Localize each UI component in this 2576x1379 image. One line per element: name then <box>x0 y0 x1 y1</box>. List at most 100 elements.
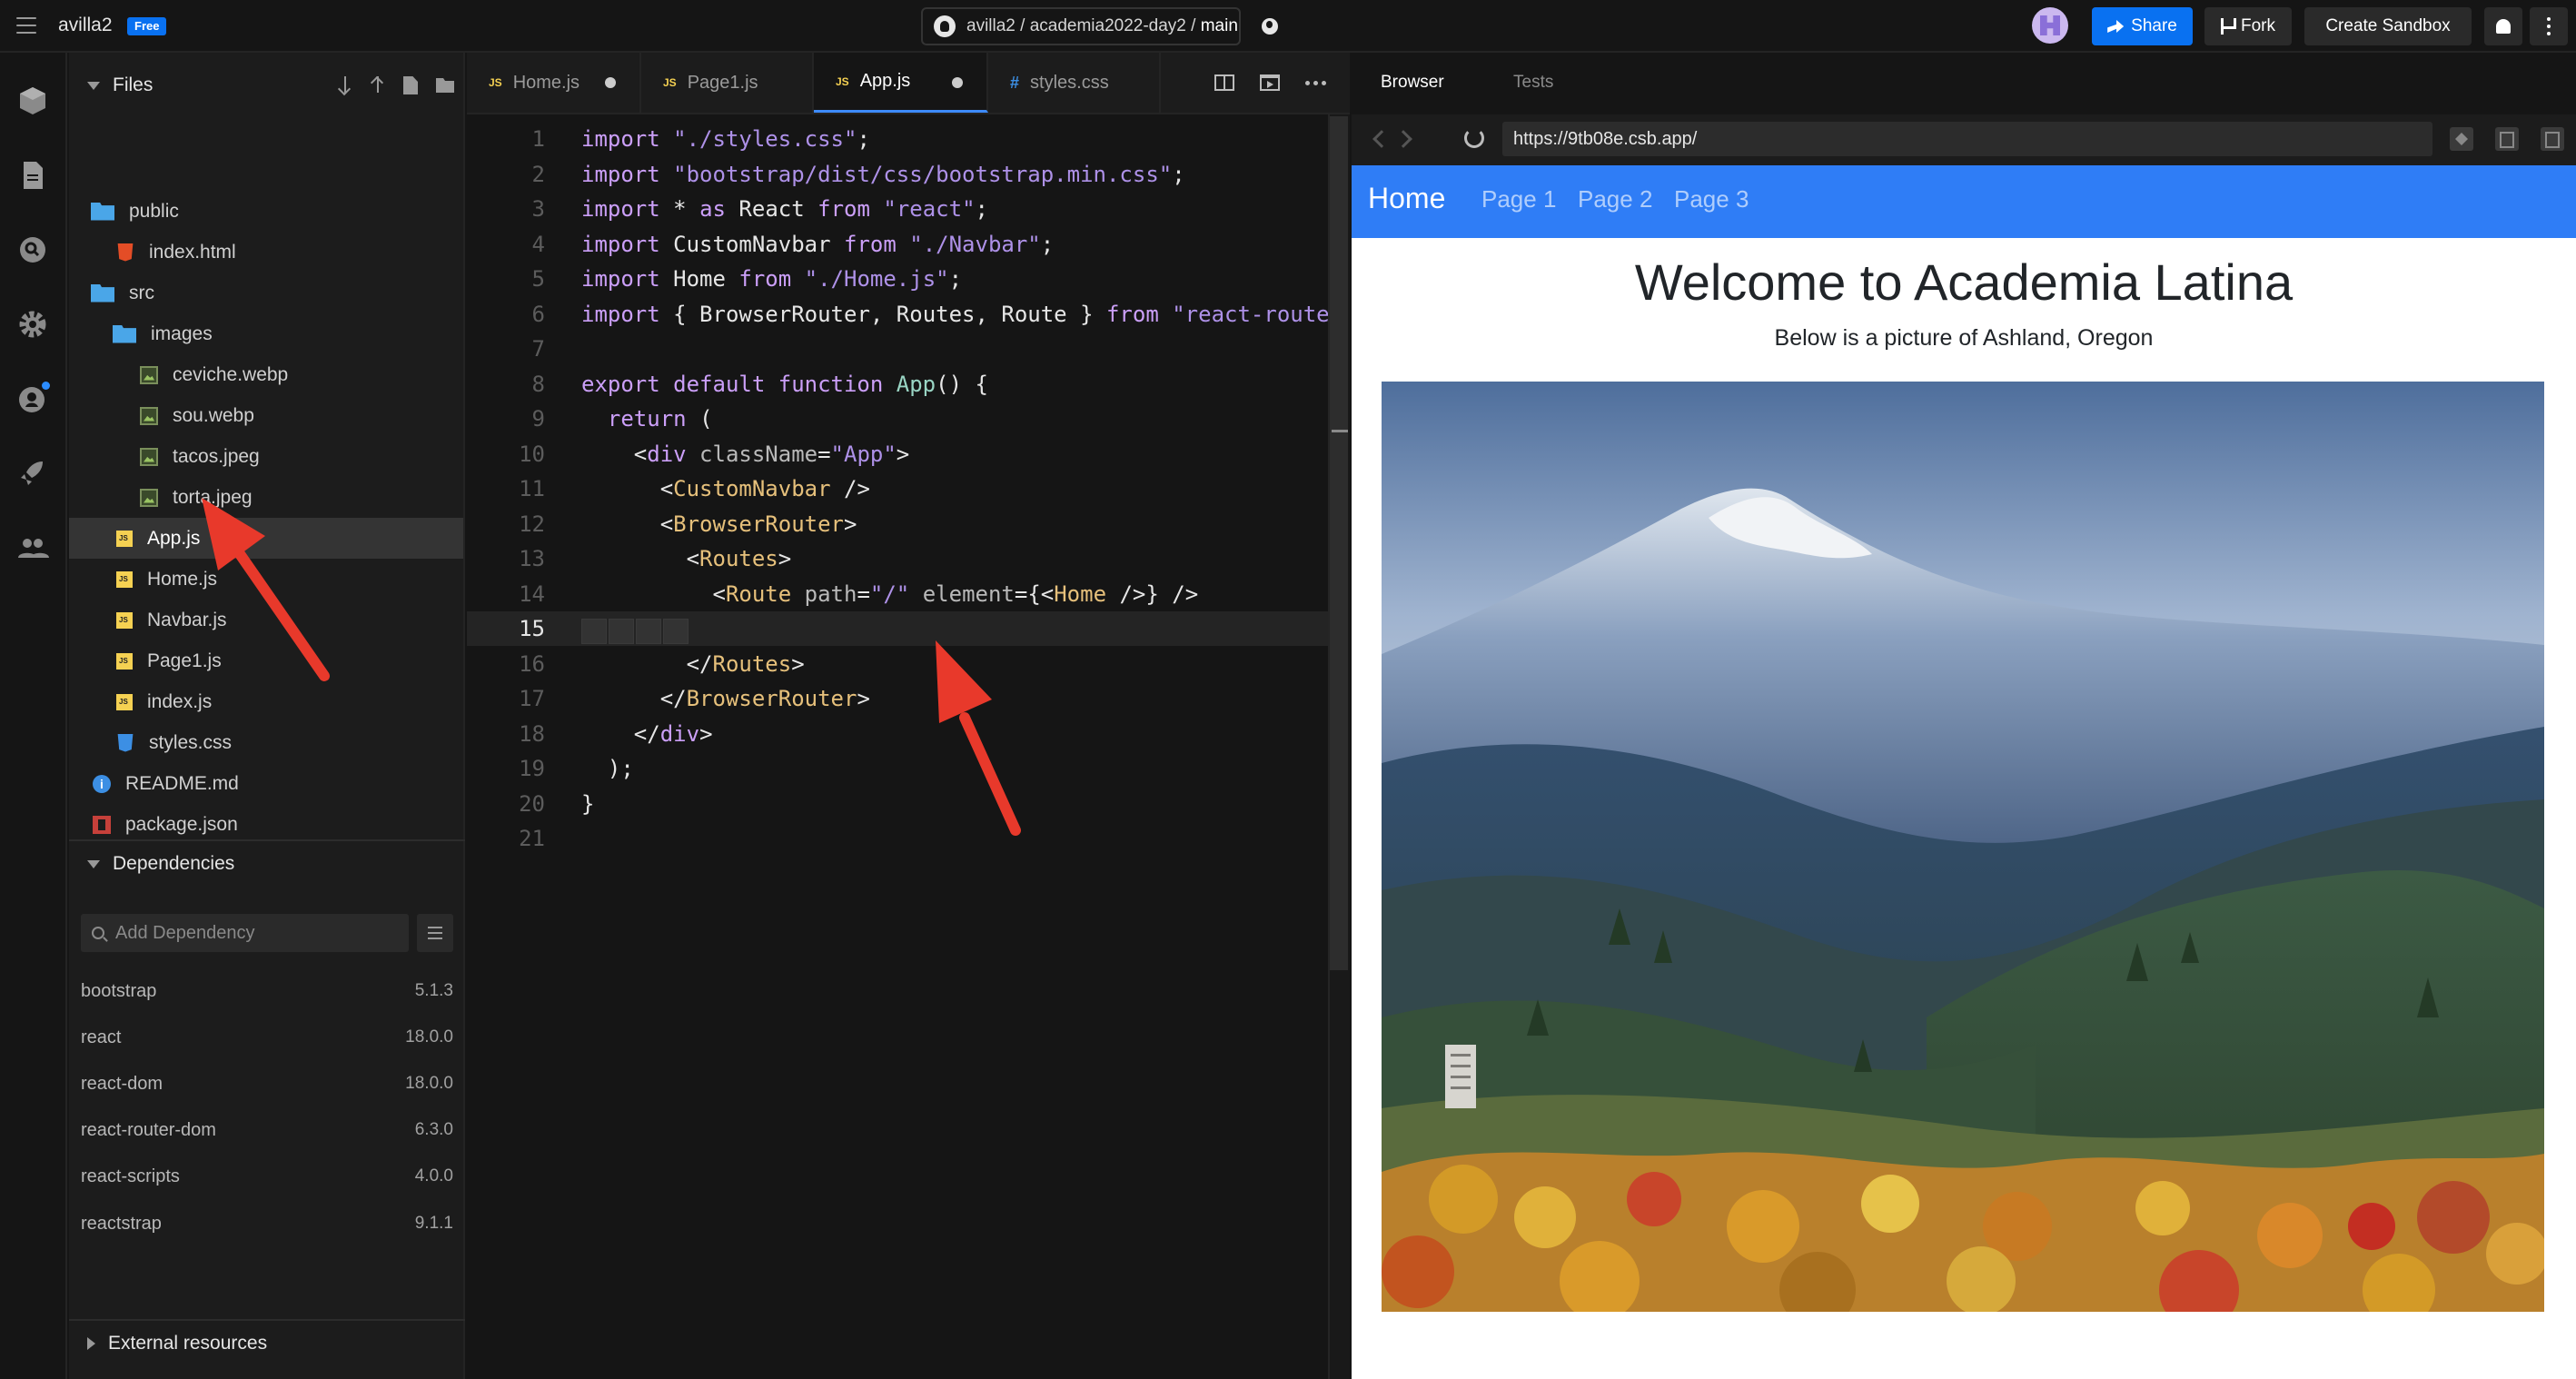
editor-scroll-thumb[interactable] <box>1330 116 1348 970</box>
new-file-icon[interactable] <box>403 76 418 94</box>
dependency-row[interactable]: react 18.0.0 <box>81 1015 453 1060</box>
tab-browser[interactable]: Browser <box>1381 73 1444 93</box>
url-field[interactable]: https://9tb08e.csb.app/ <box>1502 122 2432 156</box>
dependency-row[interactable]: reactstrap 9.1.1 <box>81 1201 453 1246</box>
code-line[interactable]: 9 return ( <box>467 402 1350 436</box>
dependency-list-button[interactable] <box>417 914 453 952</box>
line-number: 7 <box>531 336 545 362</box>
code-line[interactable]: 10 <div className="App"> <box>467 437 1350 471</box>
more-menu-button[interactable] <box>2530 7 2568 45</box>
tree-item-sou[interactable]: sou.webp <box>69 395 463 436</box>
code-line[interactable]: 19 ); <box>467 751 1350 786</box>
sandbox-name[interactable]: avilla2 <box>58 15 113 36</box>
fork-button[interactable]: Fork <box>2204 7 2292 45</box>
tree-item-torta[interactable]: torta.jpeg <box>69 477 463 518</box>
dependency-row[interactable]: react-scripts 4.0.0 <box>81 1154 453 1199</box>
code-line[interactable]: 1 import "./styles.css"; <box>467 122 1350 156</box>
code-line[interactable]: 5 import Home from "./Home.js"; <box>467 262 1350 296</box>
nav-link-page3[interactable]: Page 3 <box>1674 185 1749 213</box>
code-line[interactable]: 15 <box>467 611 1350 646</box>
open-new-window-icon[interactable] <box>2541 127 2564 151</box>
tree-item-page1-js[interactable]: Page1.js <box>69 640 463 681</box>
menu-icon[interactable] <box>16 17 36 34</box>
code-editor[interactable]: 1 import "./styles.css"; 2 import "bootstra… <box>467 114 1350 1379</box>
code-line[interactable]: 20} <box>467 787 1350 821</box>
upload-icon[interactable] <box>371 76 385 94</box>
dependency-version[interactable]: 18.0.0 <box>405 1074 453 1094</box>
deploy-rocket-icon[interactable] <box>15 456 50 491</box>
code-line[interactable]: 11 <CustomNavbar /> <box>467 471 1350 506</box>
tree-item-index-js[interactable]: index.js <box>69 681 463 722</box>
dependency-row[interactable]: bootstrap 5.1.3 <box>81 968 453 1014</box>
tree-item-styles-css[interactable]: styles.css <box>69 722 463 763</box>
copy-window-icon[interactable] <box>2495 127 2519 151</box>
site-brand-link[interactable]: Home <box>1368 182 1445 215</box>
files-section-header[interactable]: Files <box>69 62 465 109</box>
tab-tests[interactable]: Tests <box>1513 73 1553 93</box>
notifications-button[interactable] <box>2484 7 2522 45</box>
create-sandbox-button[interactable]: Create Sandbox <box>2304 7 2472 45</box>
code-line[interactable]: 2 import "bootstrap/dist/css/bootstrap.mi… <box>467 157 1350 192</box>
dependency-row[interactable]: react-dom 18.0.0 <box>81 1061 453 1106</box>
tree-item-index-html[interactable]: index.html <box>69 232 463 273</box>
tree-item-navbar-js[interactable]: Navbar.js <box>69 600 463 640</box>
tree-item-ceviche[interactable]: ceviche.webp <box>69 354 463 395</box>
external-resources-header[interactable]: External resources <box>69 1319 465 1366</box>
download-icon[interactable] <box>338 76 352 94</box>
code-line[interactable]: 14 <Route path="/" element={<Home />} /> <box>467 577 1350 611</box>
tab-styles-css[interactable]: # styles.css <box>988 53 1161 113</box>
unsaved-dot[interactable] <box>952 77 963 88</box>
github-icon[interactable] <box>15 382 50 416</box>
code-line[interactable]: 4 import CustomNavbar from "./Navbar"; <box>467 227 1350 262</box>
repo-selector[interactable]: avilla2 / academia2022-day2 / main <box>921 7 1241 45</box>
split-editor-icon[interactable] <box>1214 74 1234 91</box>
code-line[interactable]: 17 </BrowserRouter> <box>467 681 1350 716</box>
code-line[interactable]: 18 </div> <box>467 717 1350 751</box>
avatar[interactable] <box>2032 7 2068 44</box>
dependency-version[interactable]: 9.1.1 <box>415 1214 453 1234</box>
back-arrow-icon[interactable] <box>1372 130 1391 148</box>
more-horizontal-icon[interactable] <box>1305 80 1326 85</box>
code-line[interactable]: 13 <Routes> <box>467 541 1350 576</box>
settings-gear-icon[interactable] <box>15 307 50 342</box>
devtools-icon[interactable] <box>2450 127 2473 151</box>
tree-item-tacos[interactable]: tacos.jpeg <box>69 436 463 477</box>
code-line[interactable]: 8 export default function App() { <box>467 367 1350 402</box>
code-line[interactable]: 16 </Routes> <box>467 647 1350 681</box>
nav-link-page1[interactable]: Page 1 <box>1481 185 1556 213</box>
globe-icon[interactable] <box>1262 18 1278 35</box>
add-dependency-input[interactable] <box>115 922 388 944</box>
dependency-version[interactable]: 6.3.0 <box>415 1120 453 1140</box>
dependency-row[interactable]: react-router-dom 6.3.0 <box>81 1107 453 1153</box>
code-line[interactable]: 6 import { BrowserRouter, Routes, Route }… <box>467 297 1350 332</box>
dependencies-section-header[interactable]: Dependencies <box>69 839 465 887</box>
tree-item-app-js[interactable]: App.js <box>69 518 463 559</box>
tab-app-js[interactable]: JS App.js <box>814 53 988 113</box>
code-line[interactable]: 12 <BrowserRouter> <box>467 507 1350 541</box>
code-line[interactable]: 3 import * as React from "react"; <box>467 192 1350 226</box>
tree-item-public[interactable]: public <box>69 191 463 232</box>
tree-item-home-js[interactable]: Home.js <box>69 559 463 600</box>
dependency-version[interactable]: 18.0.0 <box>405 1027 453 1047</box>
search-icon[interactable] <box>15 233 50 267</box>
dependency-version[interactable]: 5.1.3 <box>415 981 453 1001</box>
dependency-version[interactable]: 4.0.0 <box>415 1166 453 1186</box>
reload-icon[interactable] <box>1464 128 1484 148</box>
code-line[interactable]: 7 <box>467 332 1350 366</box>
tab-home-js[interactable]: JS Home.js <box>467 53 641 113</box>
tree-item-images[interactable]: images <box>69 313 463 354</box>
open-preview-icon[interactable] <box>1260 74 1280 91</box>
unsaved-dot[interactable] <box>605 77 616 88</box>
add-dependency-field[interactable] <box>81 914 409 952</box>
share-button[interactable]: Share <box>2092 7 2193 45</box>
nav-link-page2[interactable]: Page 2 <box>1578 185 1652 213</box>
tree-item-src[interactable]: src <box>69 273 463 313</box>
project-info-icon[interactable] <box>15 84 50 118</box>
file-explorer-icon[interactable] <box>15 158 50 193</box>
tree-item-readme[interactable]: README.md <box>69 763 463 804</box>
code-line[interactable]: 21 <box>467 821 1350 856</box>
new-folder-icon[interactable] <box>436 78 454 93</box>
live-collaboration-icon[interactable] <box>15 531 50 565</box>
tab-page1-js[interactable]: JS Page1.js <box>641 53 814 113</box>
forward-arrow-icon[interactable] <box>1394 130 1412 148</box>
